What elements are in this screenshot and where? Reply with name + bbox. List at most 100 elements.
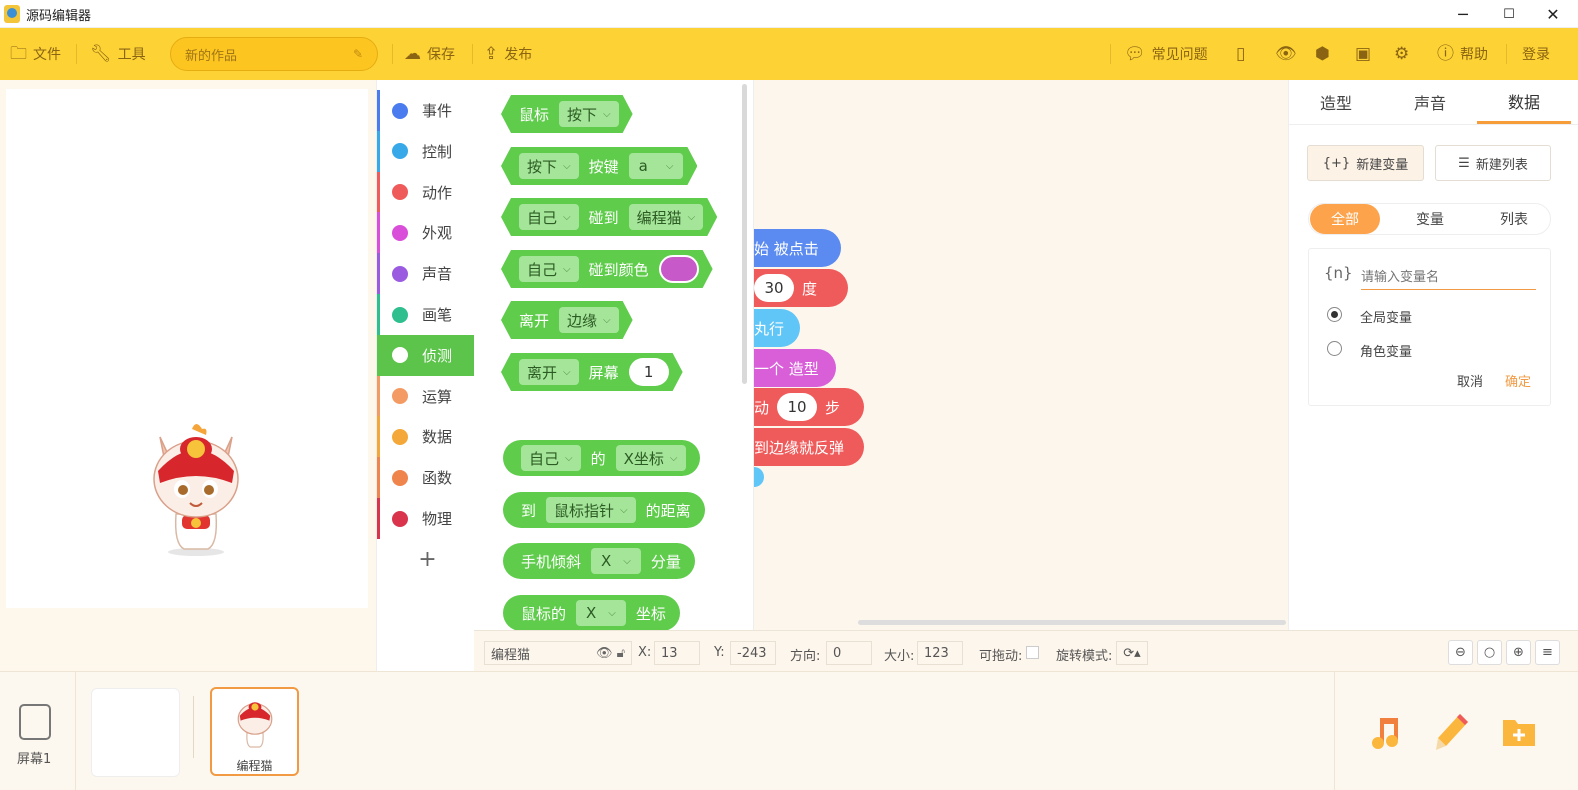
- category-4[interactable]: 声音: [377, 253, 475, 295]
- block-dropdown[interactable]: 自己 ⌵: [519, 204, 579, 230]
- filter-variables[interactable]: 变量: [1395, 204, 1465, 234]
- category-1[interactable]: 控制: [377, 130, 475, 172]
- zoom-out-button[interactable]: ⊖: [1448, 640, 1473, 665]
- minimize-button[interactable]: ─: [1440, 0, 1486, 28]
- block-mouse-coord[interactable]: 鼠标的 X ⌵ 坐标: [503, 595, 680, 630]
- visibility-lock-icons[interactable]: 👁︎ 🔓︎: [596, 646, 625, 661]
- project-name-field[interactable]: 新的作品 ✎: [170, 37, 378, 71]
- color-swatch[interactable]: [659, 255, 699, 283]
- tools-menu[interactable]: 🔧︎ 工具: [90, 43, 146, 65]
- category-0[interactable]: 事件: [377, 90, 475, 131]
- block-touching-color[interactable]: 自己 ⌵ 碰到颜色: [501, 250, 713, 288]
- device-button[interactable]: ▯: [1236, 43, 1245, 65]
- maximize-button[interactable]: ☐: [1486, 0, 1532, 28]
- block-dropdown[interactable]: X ⌵: [576, 600, 626, 626]
- filter-all[interactable]: 全部: [1310, 204, 1380, 234]
- new-variable-button[interactable]: {+} 新建变量: [1307, 145, 1424, 181]
- script-block-next-costume[interactable]: 一个 造型: [754, 349, 836, 387]
- block-sprite-x[interactable]: 自己 ⌵ 的 X坐标 ⌵: [503, 440, 700, 476]
- size-input[interactable]: 123: [917, 641, 963, 665]
- block-dropdown[interactable]: 边缘 ⌵: [559, 307, 619, 333]
- sound-library-button[interactable]: [1370, 714, 1404, 750]
- zoom-reset-button[interactable]: ○: [1477, 640, 1502, 665]
- category-3[interactable]: 外观: [377, 212, 475, 254]
- block-dropdown[interactable]: 自己 ⌵: [521, 445, 581, 471]
- tab-costume[interactable]: 造型: [1289, 80, 1383, 124]
- sprite-cat[interactable]: [146, 419, 246, 559]
- block-dropdown[interactable]: 按下 ⌵: [559, 101, 619, 127]
- faq-button[interactable]: 💬︎ 常见问题: [1124, 43, 1208, 65]
- script-block-rotate[interactable]: 30 度: [754, 269, 848, 307]
- x-input[interactable]: 13: [654, 641, 700, 665]
- category-6[interactable]: 侦测: [377, 334, 475, 376]
- add-category-button[interactable]: +: [377, 539, 475, 580]
- save-button[interactable]: ☁ 保存: [404, 43, 455, 65]
- block-dropdown[interactable]: X坐标 ⌵: [615, 445, 686, 471]
- block-dropdown[interactable]: 按下 ⌵: [519, 153, 579, 179]
- tab-data[interactable]: 数据: [1477, 80, 1571, 124]
- block-dropdown[interactable]: 鼠标指针 ⌵: [546, 497, 636, 523]
- menu-button[interactable]: ≡: [1535, 640, 1560, 665]
- block-touching-sprite[interactable]: 自己 ⌵ 碰到 编程猫 ⌵: [501, 198, 717, 236]
- category-8[interactable]: 数据: [377, 416, 475, 458]
- rotation-mode-select[interactable]: ⟳▴: [1116, 641, 1148, 665]
- script-block-move[interactable]: 动 10 步: [754, 388, 864, 426]
- script-block-run[interactable]: 丸行: [754, 309, 800, 347]
- draggable-checkbox[interactable]: [1026, 646, 1039, 659]
- category-5[interactable]: 画笔: [377, 294, 475, 335]
- variable-name-input[interactable]: [1361, 266, 1536, 290]
- sprite-card[interactable]: 编程猫: [210, 687, 299, 776]
- sprite-name-field[interactable]: 编程猫 👁︎ 🔓︎: [484, 641, 632, 665]
- block-dropdown[interactable]: X ⌵: [591, 548, 641, 574]
- block-number-input[interactable]: 10: [777, 393, 818, 421]
- tab-sound[interactable]: 声音: [1383, 80, 1477, 124]
- cancel-button[interactable]: 取消: [1457, 371, 1483, 390]
- category-10[interactable]: 物理: [377, 498, 475, 539]
- new-list-button[interactable]: ☰ 新建列表: [1435, 145, 1551, 181]
- preview-button[interactable]: 👁︎: [1275, 43, 1297, 65]
- file-menu[interactable]: 🗀 文件: [10, 43, 61, 65]
- script-block-end[interactable]: [754, 467, 764, 487]
- direction-input[interactable]: 0: [826, 641, 872, 665]
- stage-canvas[interactable]: [6, 89, 368, 608]
- canvas-scrollbar[interactable]: [858, 620, 1286, 625]
- block-leave-screen[interactable]: 离开 ⌵ 屏幕 1: [501, 353, 683, 391]
- block-distance-to[interactable]: 到 鼠标指针 ⌵ 的距离: [503, 492, 705, 528]
- block-key-pressed[interactable]: 按下 ⌵ 按键 a ⌵: [501, 147, 697, 185]
- close-button[interactable]: ✕: [1530, 0, 1576, 28]
- block-dropdown[interactable]: 离开 ⌵: [519, 359, 579, 385]
- background-card[interactable]: [91, 688, 180, 777]
- category-2[interactable]: 动作: [377, 171, 475, 213]
- y-input[interactable]: -243: [730, 641, 776, 665]
- eye-icon: 👁︎: [1275, 43, 1297, 64]
- block-dropdown[interactable]: 自己 ⌵: [519, 256, 579, 282]
- script-canvas[interactable]: 始 被点击 30 度 丸行 一个 造型 动 10 步 到边缘就反弹: [754, 80, 1288, 630]
- script-block-bounce[interactable]: 到边缘就反弹: [754, 428, 864, 466]
- help-button[interactable]: ⓘ 帮助: [1437, 43, 1488, 65]
- global-var-radio[interactable]: [1327, 307, 1342, 322]
- category-7[interactable]: 运算: [377, 375, 475, 417]
- login-button[interactable]: 登录: [1522, 43, 1550, 65]
- role-var-label: 角色变量: [1360, 345, 1413, 360]
- script-block-start[interactable]: 始 被点击: [754, 229, 841, 267]
- role-var-radio[interactable]: [1327, 341, 1342, 356]
- block-number-input[interactable]: 30: [754, 274, 794, 302]
- block-mouse-pressed[interactable]: 鼠标 按下 ⌵: [501, 95, 633, 133]
- block-number-input[interactable]: 1: [629, 358, 669, 386]
- publish-button[interactable]: ⇪ 发布: [484, 43, 532, 65]
- block-leave-edge[interactable]: 离开 边缘 ⌵: [501, 301, 633, 339]
- settings-button[interactable]: ⚙: [1394, 43, 1409, 65]
- course-button[interactable]: ▣: [1355, 43, 1371, 65]
- add-asset-button[interactable]: [1501, 716, 1537, 748]
- screen-device-icon[interactable]: [19, 704, 51, 740]
- block-dropdown[interactable]: 编程猫 ⌵: [629, 204, 704, 230]
- category-9[interactable]: 函数: [377, 457, 475, 499]
- block-dropdown[interactable]: a ⌵: [629, 153, 684, 179]
- confirm-button[interactable]: 确定: [1505, 371, 1531, 390]
- block-phone-tilt[interactable]: 手机倾斜 X ⌵ 分量: [503, 543, 695, 579]
- paint-button[interactable]: [1434, 712, 1470, 752]
- palette-scrollbar[interactable]: [742, 84, 747, 384]
- zoom-in-button[interactable]: ⊕: [1506, 640, 1531, 665]
- filter-lists[interactable]: 列表: [1479, 204, 1549, 234]
- community-button[interactable]: ⬢: [1315, 43, 1330, 65]
